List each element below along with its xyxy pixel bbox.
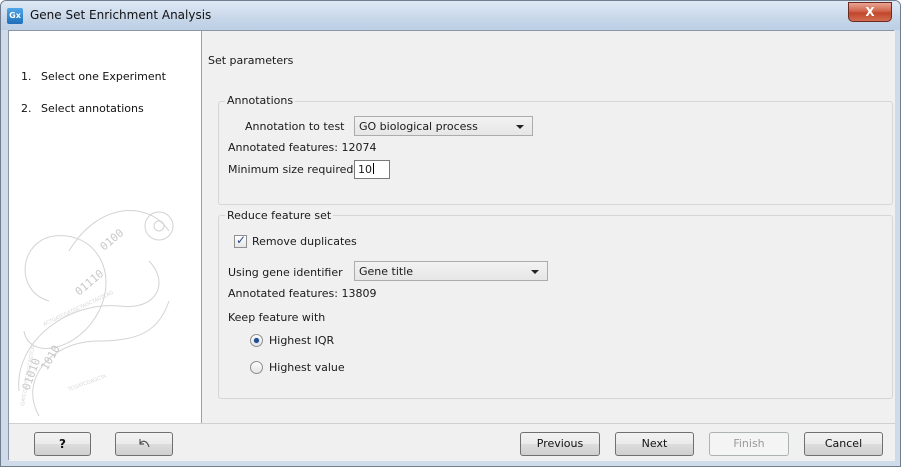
remove-duplicates-checkbox[interactable]: ✓ xyxy=(234,233,247,248)
wizard-steps-panel: 1. Select one Experiment 2. Select annotat… xyxy=(9,31,202,423)
minimum-size-input[interactable]: 10 xyxy=(354,160,390,179)
title-bar[interactable]: Gx Gene Set Enrichment Analysis X xyxy=(1,1,900,30)
help-button[interactable]: ? xyxy=(34,432,91,456)
step-label: Select one Experiment xyxy=(41,70,166,83)
step-select-annotations: 2. Select annotations xyxy=(21,102,144,115)
reduce-annotated-features-value: 13809 xyxy=(341,287,377,300)
annotation-to-test-select[interactable]: GO biological process xyxy=(354,116,533,136)
highest-value-radio[interactable] xyxy=(250,361,263,374)
gene-identifier-label: Using gene identifier xyxy=(228,266,343,279)
annotation-to-test-value: GO biological process xyxy=(359,120,478,133)
undo-arrow-icon xyxy=(139,439,150,448)
annotated-features-text: Annotated features: xyxy=(228,141,338,154)
highest-value-label[interactable]: Highest value xyxy=(269,361,345,374)
cancel-button[interactable]: Cancel xyxy=(804,432,883,456)
highest-iqr-label[interactable]: Highest IQR xyxy=(269,334,334,347)
minimum-size-label: Minimum size required xyxy=(228,163,354,176)
panel-heading: Set parameters xyxy=(208,54,294,67)
dialog-window: Gx Gene Set Enrichment Analysis X 1. Sele… xyxy=(0,0,901,467)
annotations-legend: Annotations xyxy=(225,94,296,107)
remove-duplicates-label[interactable]: Remove duplicates xyxy=(252,235,357,248)
step-select-experiment: 1. Select one Experiment xyxy=(21,70,166,83)
window-title: Gene Set Enrichment Analysis xyxy=(30,8,212,22)
app-icon: Gx xyxy=(7,8,23,24)
keep-feature-label: Keep feature with xyxy=(228,311,326,324)
chevron-down-icon xyxy=(516,125,524,129)
reduce-annotated-features-label: Annotated features: 13809 xyxy=(228,287,376,300)
swirl-logo-icon: 0100 01110 01010 1010 ACTGATCGATGCTAGCTA… xyxy=(18,210,174,417)
highest-iqr-radio[interactable] xyxy=(250,334,263,347)
parameters-panel: Set parameters Annotations Annotation to… xyxy=(205,31,895,423)
checkmark-icon: ✓ xyxy=(236,233,247,247)
gene-identifier-select[interactable]: Gene title xyxy=(354,261,548,281)
svg-text:0100: 0100 xyxy=(98,226,127,253)
minimum-size-value: 10 xyxy=(358,163,372,176)
step-number: 2. xyxy=(21,102,32,115)
annotation-to-test-label: Annotation to test xyxy=(245,120,345,133)
radio-selected-dot xyxy=(254,338,259,343)
annotated-features-value: 12074 xyxy=(341,141,377,154)
step-number: 1. xyxy=(21,70,32,83)
annotated-features-label: Annotated features: 12074 xyxy=(228,141,376,154)
dialog-client-area: 1. Select one Experiment 2. Select annotat… xyxy=(8,30,895,461)
reset-button[interactable] xyxy=(115,432,173,456)
reduce-annotated-features-text: Annotated features: xyxy=(228,287,338,300)
svg-text:1010: 1010 xyxy=(38,343,63,372)
wizard-button-bar: ? Previous Next Finish Cancel xyxy=(9,423,895,461)
reduce-feature-set-legend: Reduce feature set xyxy=(225,209,334,222)
close-button[interactable]: X xyxy=(848,2,892,22)
chevron-down-icon xyxy=(531,270,539,274)
svg-text:01110: 01110 xyxy=(73,267,107,298)
previous-button[interactable]: Previous xyxy=(520,432,600,456)
text-cursor xyxy=(373,163,374,174)
help-icon: ? xyxy=(59,437,66,451)
finish-button[interactable]: Finish xyxy=(709,432,789,456)
gene-identifier-value: Gene title xyxy=(359,265,414,278)
svg-text:TCGATCGAGCTA: TCGATCGAGCTA xyxy=(67,373,108,393)
next-button[interactable]: Next xyxy=(615,432,694,456)
step-label: Select annotations xyxy=(41,102,144,115)
